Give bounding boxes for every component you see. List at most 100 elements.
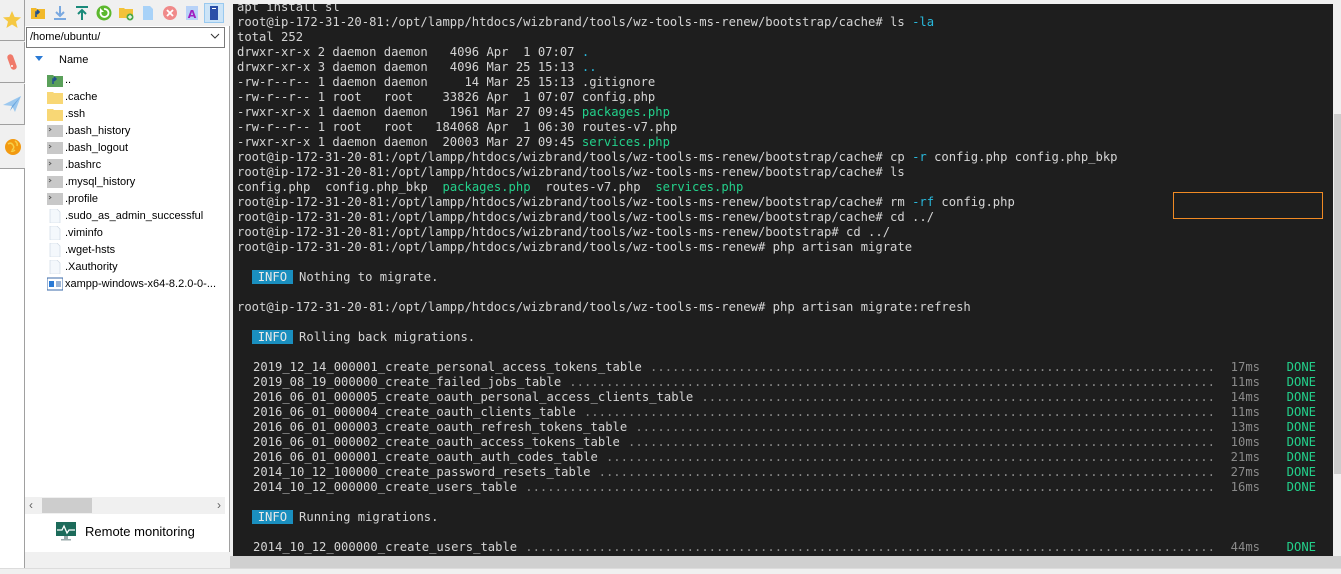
new-folder-icon [119,8,134,21]
installer-icon [46,277,64,291]
refresh-button[interactable] [94,3,114,23]
terminal-line: apt install sl [237,4,340,15]
upload-button[interactable] [72,3,92,23]
file-entry: routes-v7.php [581,120,678,134]
migration-name: 2014_10_12_000000_create_users_table [253,480,518,494]
app-window: A /home/ubuntu/ Name .. .cache .ssh .bash_h… [0,0,1341,574]
vertical-scrollbar[interactable] [1333,4,1341,556]
file-meta: -rwxr-xr-x 1 daemon daemon 20003 Mar 27 … [237,135,582,149]
file-list-item[interactable]: .bashrc [25,157,230,174]
file-name: .. [65,74,72,86]
command-text: ls [890,15,905,29]
info-message: Running migrations. [299,510,439,524]
new-file-button[interactable] [138,3,158,23]
terminal-output[interactable]: apt install sl root@ip-172-31-20-81:/opt/… [233,4,1333,556]
file-list-item[interactable]: .ssh [25,106,230,123]
file-list-item[interactable]: .wget-hsts [25,242,230,259]
file-entry: packages.php [581,105,670,119]
file-list-item[interactable]: .mysql_history [25,174,230,191]
migration-dots: ........................................… [650,360,1216,374]
prompt-line: root@ip-172-31-20-81:/opt/lampp/htdocs/w… [237,15,934,30]
file-list-item[interactable]: .cache [25,89,230,106]
prompt: root@ip-172-31-20-81:/opt/lampp/htdocs/w… [237,15,891,29]
prompt: root@ip-172-31-20-81:/opt/lampp/htdocs/w… [237,210,891,224]
file-list-item[interactable]: .bash_logout [25,140,230,157]
migration-dots: ........................................… [525,480,1215,494]
parent-folder-button[interactable] [28,3,48,23]
file-list-item[interactable]: .Xauthority [25,259,230,276]
network-button[interactable] [0,126,25,167]
file-name: .sudo_as_admin_successful [65,210,204,222]
remote-monitoring-button[interactable]: Remote monitoring [25,516,230,546]
svg-text:A: A [188,8,197,21]
rename-button[interactable]: A [182,3,202,23]
download-button[interactable] [50,3,70,23]
new-folder-button[interactable] [116,3,136,23]
tools-button[interactable] [0,42,25,83]
command-text: ls [890,165,905,179]
scroll-left-icon[interactable]: ‹ [29,498,33,512]
migration-dots: ........................................… [598,465,1215,479]
prompt-line: root@ip-172-31-20-81:/opt/lampp/htdocs/w… [237,240,912,255]
migration-status: DONE [1286,405,1316,419]
migration-name: 2016_06_01_000003_create_oauth_refresh_t… [253,420,628,434]
file-entry: packages.php [442,180,531,194]
prompt: root@ip-172-31-20-81:/opt/lampp/htdocs/w… [237,300,773,314]
delete-button[interactable] [160,3,180,23]
scroll-right-icon[interactable]: › [217,498,221,512]
file-meta: drwxr-xr-x 2 daemon daemon 4096 Apr 1 07… [237,45,582,59]
file-icon [47,208,63,224]
send-button[interactable] [0,84,25,125]
migration-name: 2016_06_01_000004_create_oauth_clients_t… [253,405,576,419]
parent-folder-icon [47,73,63,87]
migration-row: 2014_10_12_000000_create_users_table....… [233,480,1316,495]
scrollbar-thumb[interactable] [42,498,92,513]
file-list-item[interactable]: .viminfo [25,225,230,242]
info-line: INFO Nothing to migrate. [237,270,438,285]
file-list-item[interactable]: .bash_history [25,123,230,140]
terminal-horizontal-scrollbar[interactable] [230,556,1341,568]
migration-dots: ........................................… [583,405,1215,419]
migration-row: 2016_06_01_000004_create_oauth_clients_t… [233,405,1316,420]
migration-status: DONE [1286,540,1316,554]
file-name: .profile [65,193,99,205]
file-meta: -rwxr-xr-x 1 daemon daemon 1961 Mar 27 0… [237,105,582,119]
prompt: root@ip-172-31-20-81:/opt/lampp/htdocs/w… [237,165,891,179]
command-text: apt install sl [237,4,340,14]
output-text: total 252 [237,30,304,44]
info-badge: INFO [251,270,294,284]
prompt: root@ip-172-31-20-81:/opt/lampp/htdocs/w… [237,150,891,164]
file-name: .mysql_history [65,176,136,188]
vertical-scrollbar-thumb[interactable] [1334,114,1341,474]
globe-icon [4,138,21,155]
file-list-item[interactable]: .profile [25,191,230,208]
command-text: cd ../ [846,225,891,239]
chevron-down-icon[interactable] [210,31,220,41]
column-header-name[interactable]: Name [25,52,230,70]
file-name: .ssh [65,108,86,120]
migration-status: DONE [1286,390,1316,404]
path-dropdown[interactable]: /home/ubuntu/ [26,27,225,48]
file-entry: routes-v7.php [545,180,641,194]
side-rail [0,0,25,574]
path-value: /home/ubuntu/ [30,31,101,43]
prompt: root@ip-172-31-20-81:/opt/lampp/htdocs/w… [237,195,891,209]
file-list-item[interactable]: xampp-windows-x64-8.2.0-0-... [25,276,230,293]
rename-icon: A [186,6,198,21]
migration-time: 14ms [1230,390,1260,404]
migration-row: 2016_06_01_000005_create_oauth_personal_… [233,390,1316,405]
command-flag: -rf [904,195,935,209]
folder-icon [47,107,63,121]
status-bar [0,568,1341,574]
delete-icon [163,6,177,20]
file-list-item[interactable]: .. [25,72,230,89]
file-list-item[interactable]: .sudo_as_admin_successful [25,208,230,225]
migration-name: 2016_06_01_000001_create_oauth_auth_code… [253,450,598,464]
migration-time: 27ms [1230,465,1260,479]
ls-row: -rw-r--r-- 1 daemon daemon 14 Mar 25 15:… [237,75,655,90]
favorites-button[interactable] [0,0,25,41]
horizontal-scrollbar[interactable]: ‹ › [25,497,225,514]
properties-button[interactable] [204,3,224,23]
